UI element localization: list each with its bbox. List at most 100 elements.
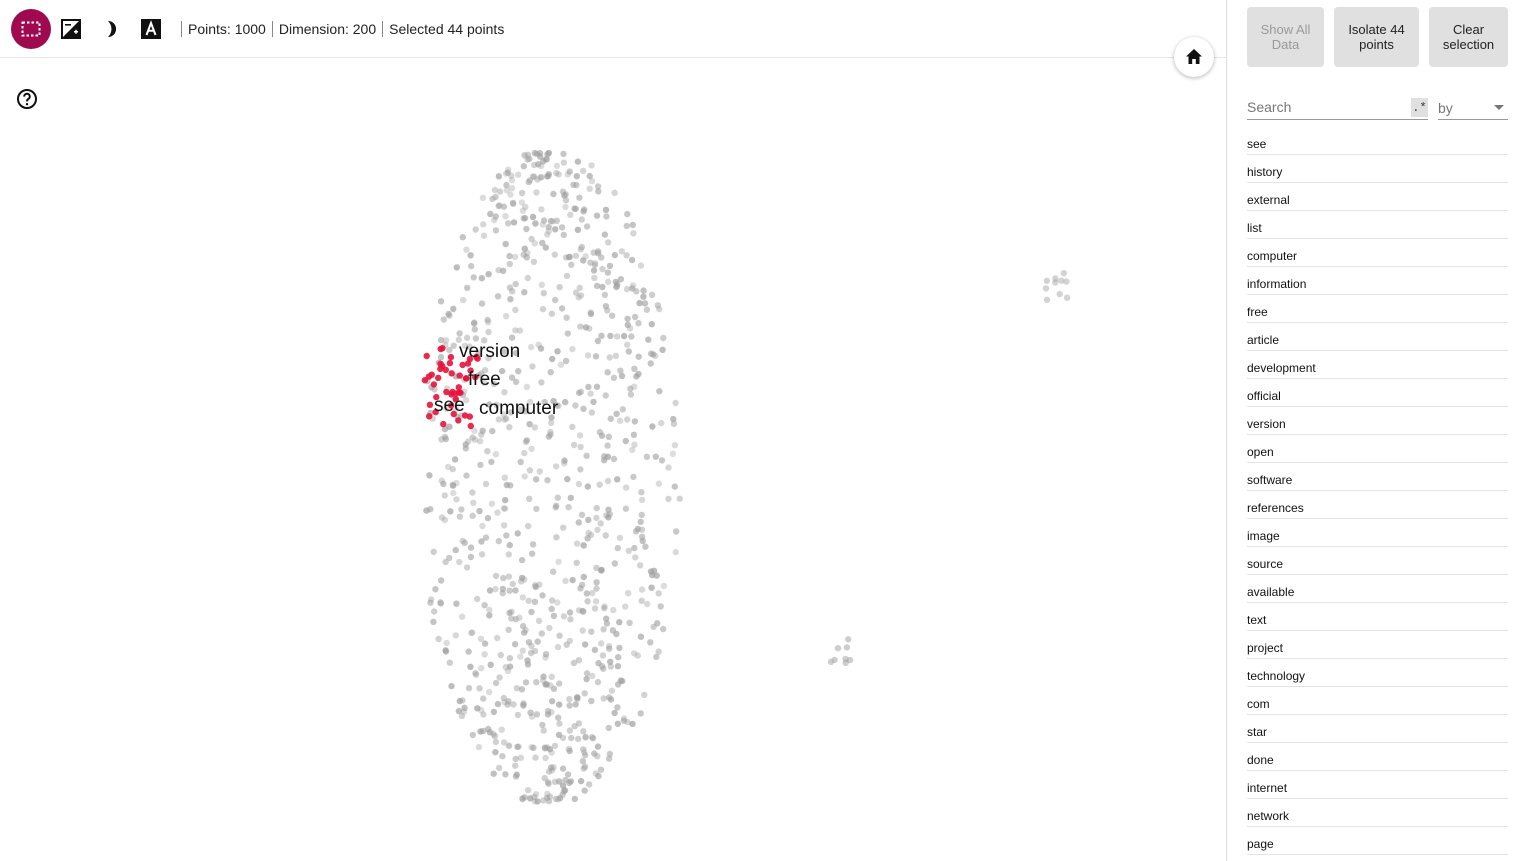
contrast-icon [61,18,81,39]
data-point [564,475,571,483]
search-input[interactable] [1247,96,1407,118]
data-point [494,293,502,300]
data-point [581,787,588,794]
chevron-down-icon [1494,105,1504,110]
list-item[interactable]: software [1247,463,1508,491]
data-point [553,217,560,224]
list-item[interactable]: technology [1247,659,1508,687]
data-point [619,406,626,413]
list-item[interactable]: article [1247,323,1508,351]
data-point [597,766,605,773]
list-item[interactable]: open [1247,435,1508,463]
data-point [605,433,612,440]
data-point [465,684,473,692]
data-point [647,360,654,367]
data-point [515,368,522,375]
data-point [551,251,558,258]
data-point [586,185,593,192]
data-point [486,688,493,696]
list-item[interactable]: text [1247,603,1508,631]
data-point [541,774,548,782]
label-3d-button[interactable] [91,9,131,49]
data-point [614,544,621,552]
data-point [834,645,842,652]
data-point [541,745,549,752]
data-point [618,248,625,255]
data-point [637,633,645,640]
data-point [523,254,530,261]
list-item[interactable]: page [1247,827,1508,855]
data-point [480,711,487,718]
clear-selection-button[interactable]: Clear selection [1429,7,1508,67]
list-item[interactable]: star [1247,715,1508,743]
selected-point [435,374,442,382]
data-point [638,526,646,533]
regex-toggle-button[interactable]: .* [1411,98,1428,117]
data-point [601,603,608,610]
data-point [1060,270,1068,277]
data-point [456,558,463,566]
data-point [553,463,560,470]
data-point [554,643,562,651]
list-item[interactable]: project [1247,631,1508,659]
data-point [515,171,522,178]
list-item[interactable]: information [1247,267,1508,295]
data-point [575,480,583,488]
data-point [650,623,657,631]
night-mode-button[interactable] [51,9,91,49]
data-point [522,626,529,634]
data-point [566,696,573,703]
data-point [544,707,552,715]
show-all-data-button[interactable]: Show All Data [1247,7,1324,67]
data-point [580,405,587,412]
list-item[interactable]: internet [1247,771,1508,799]
data-point [585,383,592,391]
list-item[interactable]: source [1247,547,1508,575]
data-point [475,743,483,751]
data-point [570,441,578,449]
list-item[interactable]: official [1247,379,1508,407]
search-by-select[interactable]: by [1438,96,1508,120]
list-item[interactable]: see [1247,127,1508,155]
data-point [556,680,563,687]
data-point [581,690,588,697]
list-item[interactable]: com [1247,687,1508,715]
select-rect-tool[interactable] [11,8,51,49]
data-point [604,239,612,246]
data-point [634,652,641,659]
list-item[interactable]: available [1247,575,1508,603]
data-point [505,166,512,173]
list-item[interactable]: references [1247,491,1508,519]
data-point [559,765,567,772]
list-item[interactable]: external [1247,183,1508,211]
data-point [496,202,503,209]
data-point [608,687,616,694]
text-label-icon [141,18,161,39]
labels-toggle-button[interactable] [131,9,171,49]
data-point [607,332,614,340]
data-point [440,316,447,323]
data-point [480,695,487,702]
list-item[interactable]: done [1247,743,1508,771]
data-point [496,674,503,681]
data-point [669,450,677,457]
data-point [631,313,639,321]
list-item[interactable]: network [1247,799,1508,827]
data-point [544,150,551,158]
half-moon-icon [108,20,116,37]
list-item[interactable]: development [1247,351,1508,379]
list-item[interactable]: free [1247,295,1508,323]
data-point [558,224,566,231]
data-point [524,661,532,668]
list-item[interactable]: computer [1247,239,1508,267]
data-point [638,597,645,604]
selected-point [437,360,444,367]
data-point [582,734,589,741]
embedding-scatter-plot[interactable]: version free see computer [0,58,1226,861]
isolate-points-button[interactable]: Isolate 44 points [1334,7,1419,67]
data-point [656,305,663,313]
list-item[interactable]: history [1247,155,1508,183]
list-item[interactable]: image [1247,519,1508,547]
list-item[interactable]: list [1247,211,1508,239]
list-item[interactable]: version [1247,407,1508,435]
